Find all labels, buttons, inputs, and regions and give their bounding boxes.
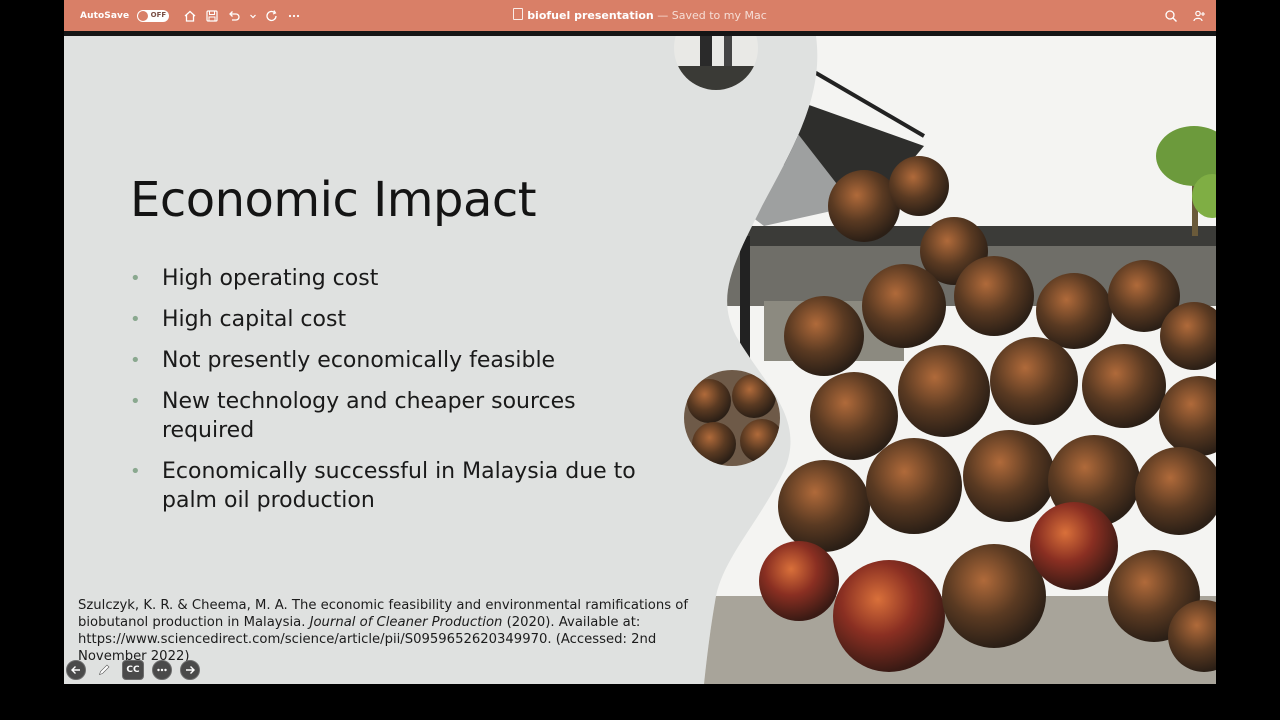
arrow-right-icon[interactable] — [180, 660, 200, 680]
bullet-list: High operating cost High capital cost No… — [130, 264, 670, 527]
captions-label: CC — [126, 665, 140, 675]
share-icon[interactable] — [1192, 9, 1206, 23]
bullet-item: New technology and cheaper sources requi… — [130, 387, 670, 445]
window-titlebar: AutoSave OFF biofuel presentation — Save… — [64, 0, 1216, 31]
file-icon — [513, 8, 524, 20]
document-name: biofuel presentation — [527, 9, 654, 22]
slide-title: Economic Impact — [130, 172, 537, 228]
titlebar-right-tools — [1164, 0, 1206, 31]
autosave-state: OFF — [150, 10, 167, 19]
citation-journal: Journal of Cleaner Production — [309, 615, 503, 630]
undo-icon[interactable] — [227, 9, 241, 23]
captions-icon[interactable]: CC — [122, 660, 144, 680]
search-icon[interactable] — [1164, 9, 1178, 23]
bullet-item: Not presently economically feasible — [130, 346, 670, 375]
autosave-label: AutoSave — [80, 10, 130, 21]
bullet-item: High operating cost — [130, 264, 670, 293]
chevron-down-icon[interactable] — [249, 9, 257, 23]
arrow-left-icon[interactable] — [66, 660, 86, 680]
presentation-slide: Economic Impact High operating cost High… — [64, 36, 1216, 684]
save-icon[interactable] — [205, 9, 219, 23]
slideshow-controls: CC — [66, 660, 200, 680]
toggle-knob — [138, 10, 149, 21]
more-icon[interactable] — [152, 660, 172, 680]
pen-icon[interactable] — [94, 660, 114, 680]
redo-icon[interactable] — [265, 9, 279, 23]
more-icon[interactable] — [287, 9, 301, 23]
machinery-thumbnail — [674, 36, 758, 90]
home-icon[interactable] — [183, 9, 197, 23]
bullet-item: High capital cost — [130, 305, 670, 334]
reference-citation: Szulczyk, K. R. & Cheema, M. A. The econ… — [78, 597, 688, 665]
quick-access-toolbar: AutoSave OFF — [80, 0, 301, 31]
autosave-toggle[interactable]: OFF — [137, 9, 170, 22]
save-status: — Saved to my Mac — [657, 9, 767, 22]
bullet-item: Economically successful in Malaysia due … — [130, 457, 670, 515]
